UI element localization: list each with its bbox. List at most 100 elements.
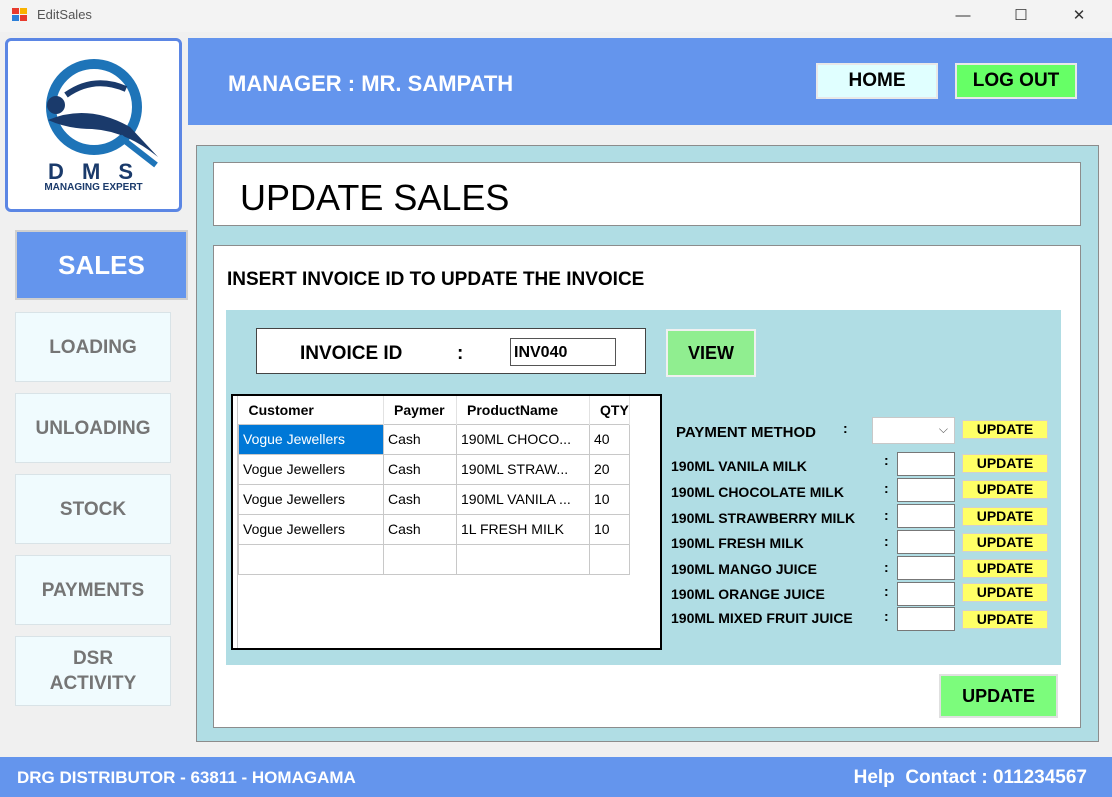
qty-input-mixed-fruit[interactable] (897, 607, 955, 631)
column-header[interactable]: Paymer (383, 396, 457, 424)
table-row[interactable]: Vogue Jewellers Cash 190ML STRAW... 20 (238, 453, 630, 485)
table-cell[interactable]: 10 (589, 513, 630, 545)
nav-payments-label: PAYMENTS (41, 579, 145, 601)
invoice-id-input[interactable] (510, 338, 616, 366)
help-contact: Help Contact : 011234567 (853, 767, 1087, 788)
table-cell[interactable]: Cash (383, 453, 457, 485)
minimize-button[interactable]: — (940, 0, 986, 32)
qty-input-vanila[interactable] (897, 452, 955, 476)
home-button[interactable]: HOME (816, 63, 938, 99)
table-row[interactable]: Vogue Jewellers Cash 190ML VANILA ... 10 (238, 483, 630, 515)
close-button[interactable]: ✕ (1056, 0, 1102, 32)
sales-grid[interactable]: Customer Paymer ProductName QTY Vogue Je… (231, 394, 662, 650)
nav-dsr-activity[interactable]: DSR ACTIVITY (15, 636, 171, 706)
nav-dsr-label-line1: DSR (72, 648, 114, 669)
table-cell[interactable]: Vogue Jewellers (238, 423, 384, 455)
qty-input-chocolate[interactable] (897, 478, 955, 502)
maximize-button[interactable]: ☐ (998, 0, 1044, 32)
table-cell-empty[interactable] (383, 543, 457, 575)
app-icon (12, 8, 28, 22)
product-colon: : (884, 507, 889, 523)
table-cell[interactable]: 10 (589, 483, 630, 515)
nav-sales[interactable]: SALES (15, 230, 188, 300)
nav-payments[interactable]: PAYMENTS (15, 555, 171, 625)
logo-tagline: MANAGING EXPERT (44, 182, 143, 193)
product-label-vanila: 190ML VANILA MILK (671, 458, 807, 474)
payment-method-colon: : (843, 420, 848, 436)
update-invoice-button[interactable]: UPDATE (939, 674, 1058, 718)
update-mango-button[interactable]: UPDATE (962, 559, 1048, 578)
table-cell-empty[interactable] (589, 543, 630, 575)
nav-dsr-label-line2: ACTIVITY (49, 673, 137, 694)
table-row[interactable]: Vogue Jewellers Cash 190ML CHOCO... 40 (238, 423, 630, 455)
edit-sales-window: EditSales — ☐ ✕ D M S MANAGING EXPERT MA… (0, 0, 1112, 797)
product-label-strawberry: 190ML STRAWBERRY MILK (671, 510, 856, 526)
page-title: UPDATE SALES (240, 177, 510, 218)
column-header[interactable]: ProductName (456, 396, 590, 424)
table-cell[interactable]: Vogue Jewellers (238, 483, 384, 515)
table-header-row: Customer Paymer ProductName QTY (238, 396, 630, 424)
page-title-box: UPDATE SALES (213, 162, 1081, 226)
window-title: EditSales (37, 7, 92, 22)
manager-label: MANAGER : MR. SAMPATH (228, 71, 514, 96)
table-cell[interactable]: Vogue Jewellers (238, 453, 384, 485)
update-orange-button[interactable]: UPDATE (962, 583, 1048, 602)
footer-bar: DRG DISTRIBUTOR - 63811 - HOMAGAMA Help … (0, 757, 1112, 797)
table-cell[interactable]: Cash (383, 483, 457, 515)
table-cell[interactable]: 190ML CHOCO... (456, 423, 590, 455)
table-new-row[interactable] (238, 543, 630, 575)
invoice-id-box: INVOICE ID : (256, 328, 646, 374)
header-bar: MANAGER : MR. SAMPATH HOME LOG OUT (188, 38, 1112, 125)
payment-method-select[interactable]: ⌵ (872, 417, 955, 444)
column-header[interactable]: QTY (589, 396, 630, 424)
view-button[interactable]: VIEW (666, 329, 756, 377)
logout-button[interactable]: LOG OUT (955, 63, 1077, 99)
product-colon: : (884, 559, 889, 575)
logo-mark-icon (46, 59, 158, 168)
table-cell[interactable]: Cash (383, 513, 457, 545)
invoice-id-colon: : (457, 343, 464, 364)
table-cell[interactable]: 1L FRESH MILK (456, 513, 590, 545)
table-row[interactable]: Vogue Jewellers Cash 1L FRESH MILK 10 (238, 513, 630, 545)
product-colon: : (884, 533, 889, 549)
update-payment-button[interactable]: UPDATE (962, 420, 1048, 439)
update-mixed-fruit-button[interactable]: UPDATE (962, 610, 1048, 629)
product-label-chocolate: 190ML CHOCOLATE MILK (671, 484, 844, 500)
invoice-id-label: INVOICE ID (300, 343, 403, 364)
title-bar: EditSales — ☐ ✕ (0, 0, 1112, 32)
table-cell[interactable]: 190ML STRAW... (456, 453, 590, 485)
qty-input-mango[interactable] (897, 556, 955, 580)
product-colon: : (884, 583, 889, 599)
table-cell[interactable]: 40 (589, 423, 630, 455)
qty-input-orange[interactable] (897, 582, 955, 606)
product-colon: : (884, 452, 889, 468)
nav-sales-label: SALES (58, 249, 145, 280)
table-cell-empty[interactable] (238, 543, 384, 575)
payment-method-label: PAYMENT METHOD (676, 424, 817, 441)
nav-unloading-label: UNLOADING (35, 417, 151, 439)
table-cell[interactable]: 190ML VANILA ... (456, 483, 590, 515)
nav-stock-label: STOCK (59, 498, 127, 520)
update-chocolate-button[interactable]: UPDATE (962, 480, 1048, 499)
product-label-mango: 190ML MANGO JUICE (671, 561, 817, 577)
dms-logo: D M S MANAGING EXPERT (5, 38, 182, 212)
column-header[interactable]: Customer (238, 396, 384, 424)
table-cell[interactable]: 20 (589, 453, 630, 485)
product-label-fresh-milk: 190ML FRESH MILK (671, 535, 804, 551)
nav-unloading[interactable]: UNLOADING (15, 393, 171, 463)
product-label-mixed-fruit: 190ML MIXED FRUIT JUICE (671, 610, 853, 626)
table-cell[interactable]: Vogue Jewellers (238, 513, 384, 545)
table-cell[interactable]: Cash (383, 423, 457, 455)
table-cell-empty[interactable] (456, 543, 590, 575)
chevron-down-icon: ⌵ (938, 422, 948, 436)
sales-table: Customer Paymer ProductName QTY Vogue Je… (238, 396, 630, 575)
update-vanila-button[interactable]: UPDATE (962, 454, 1048, 473)
update-strawberry-button[interactable]: UPDATE (962, 507, 1048, 526)
nav-stock[interactable]: STOCK (15, 474, 171, 544)
nav-loading[interactable]: LOADING (15, 312, 171, 382)
update-fresh-milk-button[interactable]: UPDATE (962, 533, 1048, 552)
qty-input-strawberry[interactable] (897, 504, 955, 528)
qty-input-fresh-milk[interactable] (897, 530, 955, 554)
nav-loading-label: LOADING (49, 336, 137, 358)
product-colon: : (884, 608, 889, 624)
